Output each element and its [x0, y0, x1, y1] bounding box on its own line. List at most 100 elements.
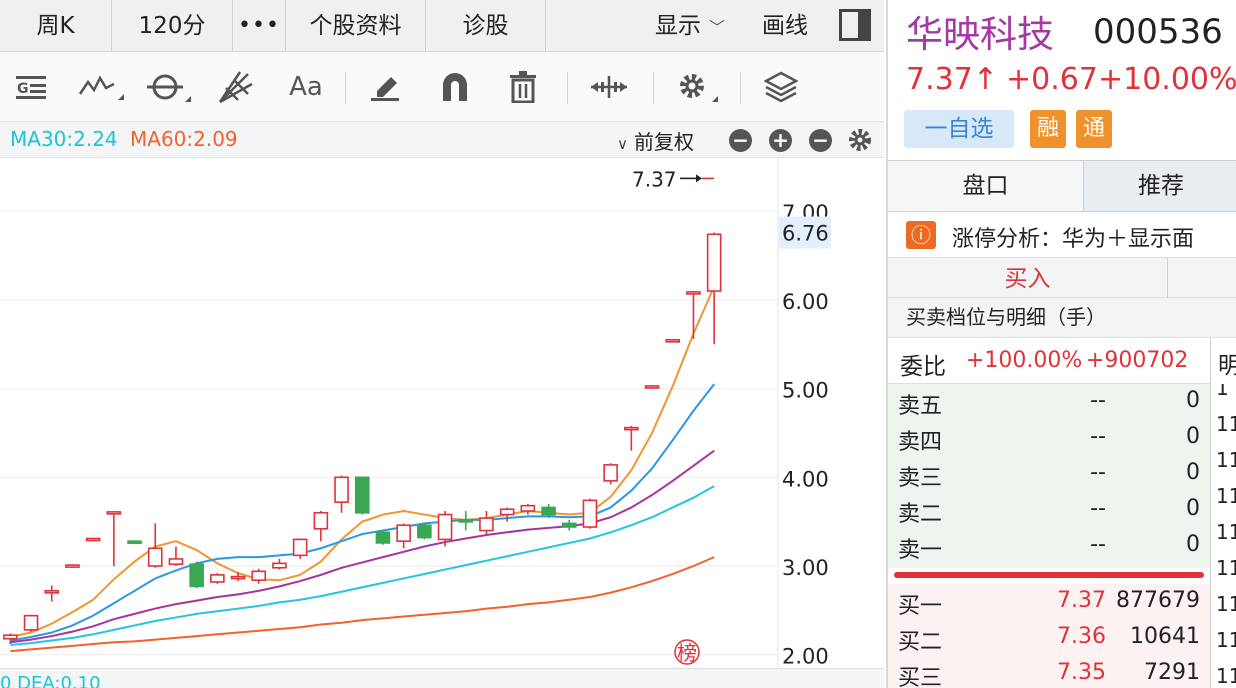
cycle-icon[interactable] — [142, 64, 192, 110]
adjust-dropdown[interactable]: ∨ 前复权 — [617, 126, 694, 155]
candle — [479, 511, 494, 535]
tab-stock-profile[interactable]: 个股资料 — [286, 0, 426, 51]
trade-detail-item: 11 — [1216, 448, 1236, 472]
line-style-icon[interactable] — [76, 64, 126, 110]
indicator-icon[interactable]: G — [6, 64, 56, 110]
app-window: 周K 120分 ••• 个股资料 诊股 显示 ﹀ 画线 G Aa MA30:2.… — [0, 0, 1236, 688]
buy-row[interactable]: 买二 7.36 10641 — [888, 620, 1210, 656]
order-ratio-row: 委比 +100.00% +900702 — [888, 338, 1210, 384]
candle-body — [23, 614, 39, 631]
sell-row[interactable]: 卖一 -- 0 — [888, 528, 1210, 564]
candle — [417, 523, 432, 540]
expand-icon[interactable] — [584, 64, 634, 110]
candle-body — [65, 564, 80, 568]
toolbar-divider — [567, 72, 568, 104]
trade-detail-item: 11 — [1216, 664, 1236, 688]
candle — [189, 561, 204, 589]
zoom-in-icon[interactable]: + — [769, 129, 792, 152]
eraser-icon[interactable] — [360, 64, 410, 110]
candlestick-chart[interactable]: 7.006.005.004.003.002.00 7.376.76榜 — [0, 158, 884, 668]
candle-body — [168, 558, 184, 566]
candle — [23, 614, 39, 632]
toolbar-divider — [653, 72, 654, 104]
toggle-panel-button[interactable] — [836, 0, 874, 51]
draw-line-button[interactable]: 画线 — [745, 0, 825, 51]
buy-row[interactable]: 买一 7.37 877679 — [888, 584, 1210, 620]
settings-icon[interactable] — [670, 64, 720, 110]
candle-body — [354, 476, 370, 514]
candle-body — [499, 508, 515, 516]
candle-body — [686, 291, 701, 295]
buy-orders: 买一 7.37 877679 买二 7.36 10641 买三 7.35 7291 — [888, 584, 1210, 688]
candle — [603, 463, 618, 485]
y-tick-label: 5.00 — [782, 379, 829, 403]
sell-label: 卖三 — [898, 466, 943, 491]
candle — [354, 476, 370, 515]
candle-body — [665, 339, 681, 343]
ma30-value: MA30:2.24 — [10, 127, 118, 151]
tab-recommend[interactable]: 推荐 — [1084, 161, 1236, 211]
layers-icon[interactable] — [756, 64, 806, 110]
ratio-percent: +100.00% — [966, 348, 1083, 373]
sell-price: -- — [1090, 460, 1106, 485]
margin-badge[interactable]: 融 — [1030, 110, 1066, 148]
candle — [520, 503, 536, 515]
candle-body — [396, 524, 411, 542]
chevron-down-icon: ﹀ — [708, 18, 725, 37]
orderbook-title: 买卖档位与明细（手） — [888, 298, 1236, 338]
bid-ask-divider — [894, 572, 1204, 578]
sell-row[interactable]: 卖三 -- 0 — [888, 456, 1210, 492]
column-divider — [1210, 338, 1211, 688]
adjust-label: 前复权 — [633, 130, 694, 154]
zoom-out-icon[interactable]: − — [809, 129, 832, 152]
candle — [334, 475, 349, 513]
candle — [624, 425, 639, 451]
tab-more[interactable]: ••• — [233, 0, 286, 51]
display-dropdown[interactable]: 显示 ﹀ — [640, 0, 740, 51]
limit-up-analysis[interactable]: ⓘ 涨停分析：华为＋显示面 — [888, 212, 1236, 258]
text-icon[interactable]: Aa — [278, 64, 334, 110]
sell-row[interactable]: 卖五 -- 0 — [888, 384, 1210, 420]
candle — [458, 511, 474, 531]
arrow-head — [696, 174, 702, 183]
fan-icon[interactable] — [210, 64, 260, 110]
period-tabbar: 周K 120分 ••• 个股资料 诊股 显示 ﹀ 画线 — [0, 0, 884, 52]
sell-row[interactable]: 卖四 -- 0 — [888, 420, 1210, 456]
sell-row[interactable]: 卖二 -- 0 — [888, 492, 1210, 528]
last-price: 7.37↑ — [906, 62, 998, 97]
candle — [644, 385, 660, 389]
last-price-label: 7.37 — [632, 167, 677, 191]
ratio-value: +900702 — [1086, 348, 1189, 373]
tab-pankou[interactable]: 盘口 — [888, 161, 1084, 211]
trade-detail-column: 1 11 11 11 11 11 11 11 11 — [1216, 384, 1236, 688]
buy-row[interactable]: 买三 7.35 7291 — [888, 656, 1210, 688]
connect-badge[interactable]: 通 — [1076, 110, 1112, 148]
stock-name: 华映科技 — [906, 13, 1054, 56]
trade-detail-item: 11 — [1216, 592, 1236, 616]
quote-tabs: 盘口 推荐 — [888, 160, 1236, 212]
magnet-icon[interactable] — [430, 64, 480, 110]
candle-body — [292, 538, 308, 557]
candle-body — [106, 511, 122, 515]
minus-icon[interactable]: − — [729, 129, 752, 152]
sell-label: 卖四 — [898, 430, 943, 455]
side-panel-icon — [839, 9, 871, 41]
trade-detail-item: 11 — [1216, 628, 1236, 652]
tab-diagnose[interactable]: 诊股 — [426, 0, 546, 51]
ratio-label: 委比 — [900, 354, 946, 380]
buy-price: 7.36 — [1057, 624, 1106, 649]
sub-indicator-bar: 0 DEA:0.10 — [0, 668, 884, 688]
tab-120-minutes[interactable]: 120分 — [112, 0, 233, 51]
candle-body — [375, 531, 391, 544]
sell-orders: 卖五 -- 0 卖四 -- 0 卖三 -- 0 卖二 -- 0 卖一 -- 0 — [888, 384, 1210, 568]
tab-weekly-k[interactable]: 周K — [0, 0, 112, 51]
candle — [396, 523, 411, 549]
chart-settings-icon[interactable] — [847, 127, 873, 158]
y-tick-label: 4.00 — [782, 467, 829, 491]
sell-volume: 0 — [1186, 460, 1200, 485]
add-watchlist-button[interactable]: 一自选 — [904, 110, 1014, 148]
buy-button[interactable]: 买入 — [888, 258, 1168, 298]
ma60-value: MA60:2.09 — [130, 127, 238, 151]
trash-icon[interactable] — [498, 64, 548, 110]
buy-volume: 877679 — [1116, 588, 1200, 613]
